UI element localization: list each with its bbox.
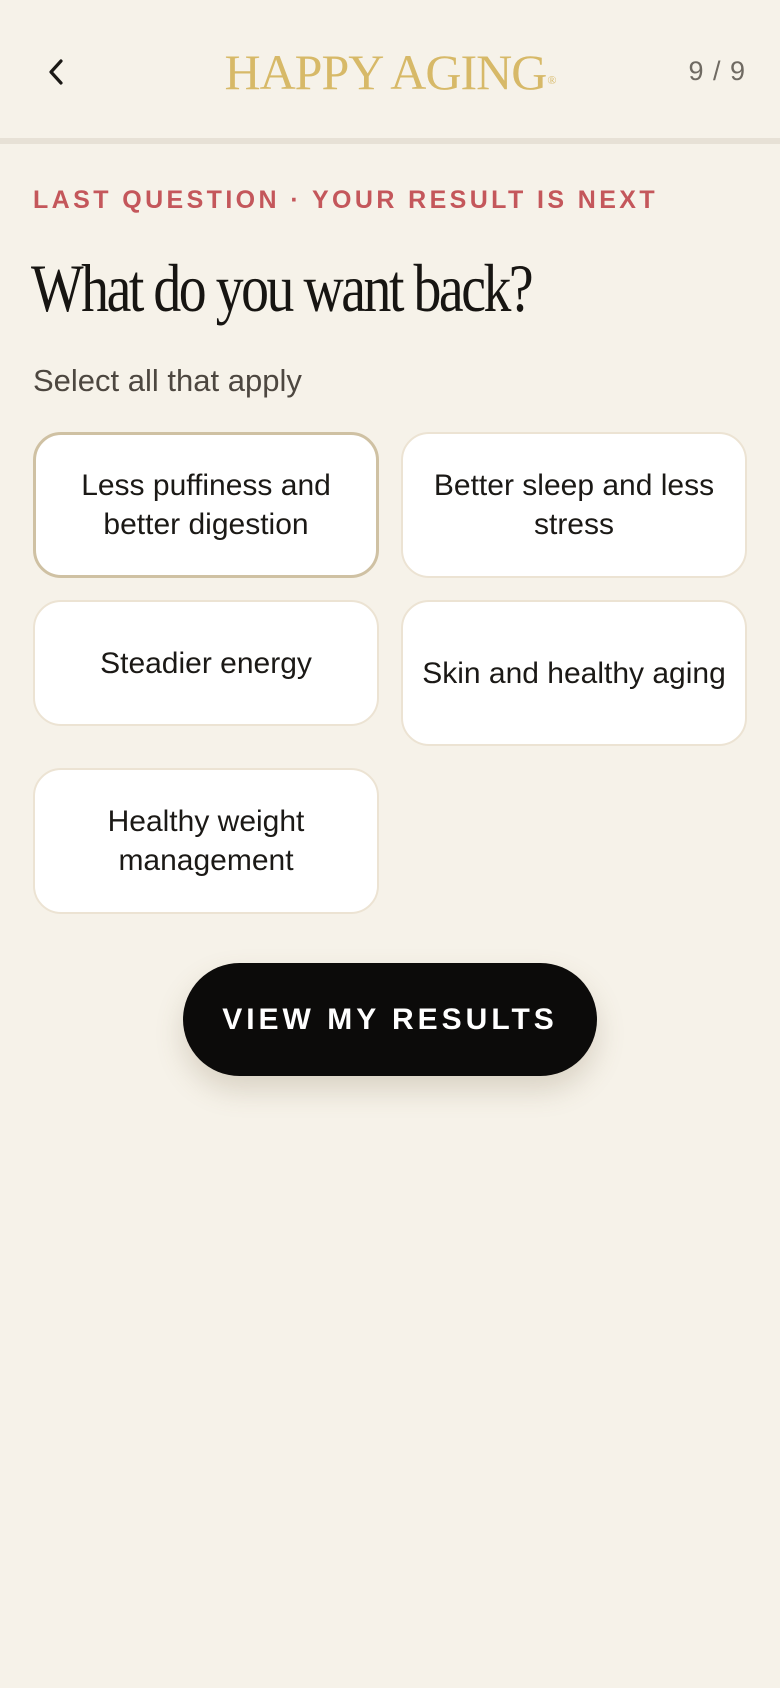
view-results-button[interactable]: VIEW MY RESULTS — [183, 963, 597, 1076]
header: HAPPY AGING® 9 / 9 — [0, 0, 780, 140]
option-healthy-weight[interactable]: Healthy weight management — [33, 768, 379, 914]
option-label: Less puffiness and better digestion — [81, 469, 331, 541]
option-less-puffiness[interactable]: Less puffiness and better digestion — [33, 432, 379, 578]
progress-fill — [0, 138, 780, 144]
option-label: Steadier energy — [100, 646, 312, 680]
eyebrow-text: LAST QUESTION · YOUR RESULT IS NEXT — [33, 186, 659, 214]
option-skin-healthy-aging[interactable]: Skin and healthy aging — [401, 600, 747, 746]
brand-name: HAPPY AGING — [224, 44, 547, 100]
question-title: What do you want back? — [31, 250, 534, 326]
option-label: Skin and healthy aging — [422, 656, 726, 690]
option-label: Better sleep and less stress — [433, 469, 715, 541]
hint-text: Select all that apply — [33, 363, 302, 398]
option-label: Healthy weight management — [107, 805, 305, 877]
step-counter: 9 / 9 — [688, 56, 746, 86]
brand-logo: HAPPY AGING® — [0, 40, 780, 104]
option-steadier-energy[interactable]: Steadier energy — [33, 600, 379, 726]
progress-bar — [0, 138, 780, 144]
registered-mark: ® — [547, 73, 556, 87]
option-better-sleep[interactable]: Better sleep and less stress — [401, 432, 747, 578]
